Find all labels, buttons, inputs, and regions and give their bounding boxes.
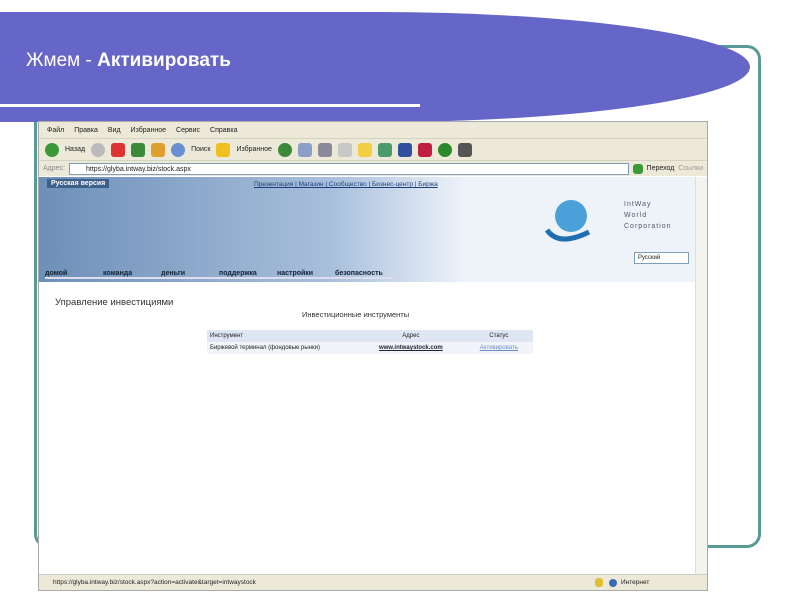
toolbar: Назад Поиск Избранное	[39, 138, 707, 160]
instruments-table: Инструмент Адрес Статус Биржевой терминал …	[207, 330, 533, 354]
address-bar: Адрес: https://glyba.intway.biz/stock.as…	[39, 160, 707, 176]
nav-home[interactable]: домой	[45, 270, 103, 279]
search-button[interactable]: Поиск	[191, 146, 210, 153]
notes-icon[interactable]	[357, 142, 372, 157]
logo-line: World	[624, 212, 648, 219]
language-select[interactable]: Русский	[634, 252, 689, 264]
menu-help[interactable]: Справка	[210, 127, 237, 134]
table-title: Инвестиционные инструменты	[302, 310, 410, 319]
logo-line: Corporation	[624, 223, 672, 230]
page-title: Управление инвестициями	[55, 297, 174, 308]
favorites-button[interactable]: Избранное	[236, 146, 271, 153]
menu-edit[interactable]: Правка	[74, 127, 98, 134]
site-nav: домой команда деньги поддержка настройки…	[45, 270, 393, 279]
zone-label: Интернет	[621, 579, 650, 586]
menu-view[interactable]: Вид	[108, 127, 121, 134]
activate-link[interactable]: Активировать	[464, 342, 533, 354]
messenger-icon[interactable]	[377, 142, 392, 157]
menu-file[interactable]: Файл	[47, 127, 64, 134]
nav-settings[interactable]: настройки	[277, 270, 335, 279]
title-bold: Активировать	[97, 50, 231, 71]
search-icon[interactable]	[171, 142, 186, 157]
plugin-icon[interactable]	[397, 142, 412, 157]
links-button[interactable]: Ссылки	[678, 165, 703, 172]
favorites-star-icon[interactable]	[216, 142, 231, 157]
slide-title: Жмем - Активировать	[26, 50, 231, 72]
film-icon[interactable]	[457, 142, 472, 157]
menu-tools[interactable]: Сервис	[176, 127, 200, 134]
vertical-scrollbar[interactable]	[695, 177, 707, 574]
top-links[interactable]: Презентация | Магазин | Сообщество | Биз…	[254, 181, 438, 188]
back-icon[interactable]	[45, 142, 59, 157]
lock-icon	[595, 578, 603, 587]
nav-security[interactable]: безопасность	[335, 270, 393, 279]
address-input[interactable]: https://glyba.intway.biz/stock.aspx	[68, 162, 629, 175]
address-link[interactable]: www.intwaystock.com	[357, 342, 465, 354]
nav-team[interactable]: команда	[103, 270, 161, 279]
web-page: Русская версия Презентация | Магазин | С…	[39, 177, 695, 574]
logo-line: IntWay	[624, 201, 652, 208]
forward-icon[interactable]	[91, 142, 106, 157]
banner-divider	[0, 104, 420, 107]
internet-zone-icon	[609, 578, 617, 587]
nav-money[interactable]: деньги	[161, 270, 219, 279]
language-version-link[interactable]: Русская версия	[47, 179, 110, 188]
go-button[interactable]: Переход	[647, 165, 675, 172]
home-icon[interactable]	[151, 142, 166, 157]
edit-icon[interactable]	[337, 142, 352, 157]
column-header: Адрес	[357, 330, 465, 342]
status-bar: https://glyba.intway.biz/stock.aspx?acti…	[39, 574, 707, 590]
menu-favorites[interactable]: Избранное	[131, 127, 166, 134]
instrument-cell: Биржевой терминал (фондовые рынки)	[207, 342, 357, 354]
refresh-icon[interactable]	[131, 142, 146, 157]
go-icon[interactable]	[632, 163, 643, 174]
mail-icon[interactable]	[297, 142, 312, 157]
yahoo-icon[interactable]	[417, 142, 432, 157]
history-icon[interactable]	[277, 142, 292, 157]
address-label: Адрес:	[43, 165, 65, 172]
clover-icon[interactable]	[437, 142, 452, 157]
table-row: Биржевой терминал (фондовые рынки) www.i…	[207, 342, 533, 354]
nav-support[interactable]: поддержка	[219, 270, 277, 279]
stop-icon[interactable]	[111, 142, 126, 157]
status-url: https://glyba.intway.biz/stock.aspx?acti…	[53, 579, 256, 586]
site-header: Русская версия Презентация | Магазин | С…	[39, 177, 695, 282]
logo-text: IntWay World Corporation	[624, 199, 672, 232]
print-icon[interactable]	[317, 142, 332, 157]
browser-screenshot: Файл Правка Вид Избранное Сервис Справка…	[38, 121, 708, 591]
back-button[interactable]: Назад	[65, 146, 85, 153]
globe-logo-icon	[544, 200, 591, 242]
menu-bar: Файл Правка Вид Избранное Сервис Справка	[39, 122, 707, 138]
column-header: Инструмент	[207, 330, 357, 342]
title-prefix: Жмем -	[26, 50, 98, 71]
column-header: Статус	[464, 330, 533, 342]
